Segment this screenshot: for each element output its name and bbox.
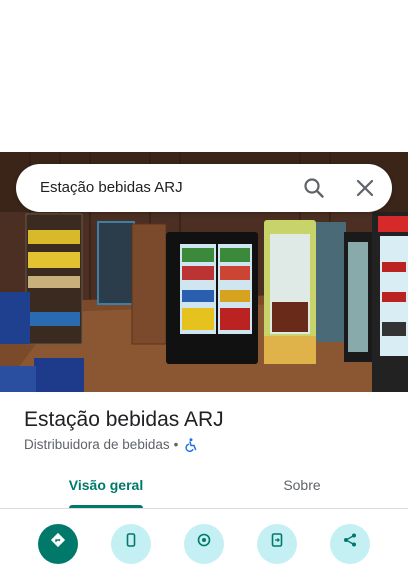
phone-icon [126,533,136,547]
nearby-icon [197,533,211,547]
search-icon[interactable] [302,176,326,200]
nearby-button[interactable] [184,524,224,564]
place-title: Estação bebidas ARJ [24,408,224,431]
active-tab-indicator [69,505,143,508]
directions-button[interactable] [38,524,78,564]
action-buttons [0,520,408,564]
send-to-phone-button[interactable] [257,524,297,564]
place-category[interactable]: Distribuidora de bebidas [24,437,170,452]
share-button[interactable] [330,524,370,564]
subtitle-separator: • [173,437,179,452]
send-to-phone-icon [271,533,283,547]
tab-about[interactable]: Sobre [252,468,352,506]
wheelchair-icon [184,437,198,452]
call-button[interactable] [111,524,151,564]
close-icon[interactable] [353,176,377,200]
share-icon [344,533,356,547]
search-bar[interactable]: Estação bebidas ARJ [16,164,392,212]
search-input[interactable]: Estação bebidas ARJ [40,164,183,212]
place-subtitle: Distribuidora de bebidas • [24,437,198,452]
tab-overview[interactable]: Visão geral [56,468,156,506]
tab-bar: Visão geral Sobre [0,468,408,509]
directions-icon [50,532,66,548]
